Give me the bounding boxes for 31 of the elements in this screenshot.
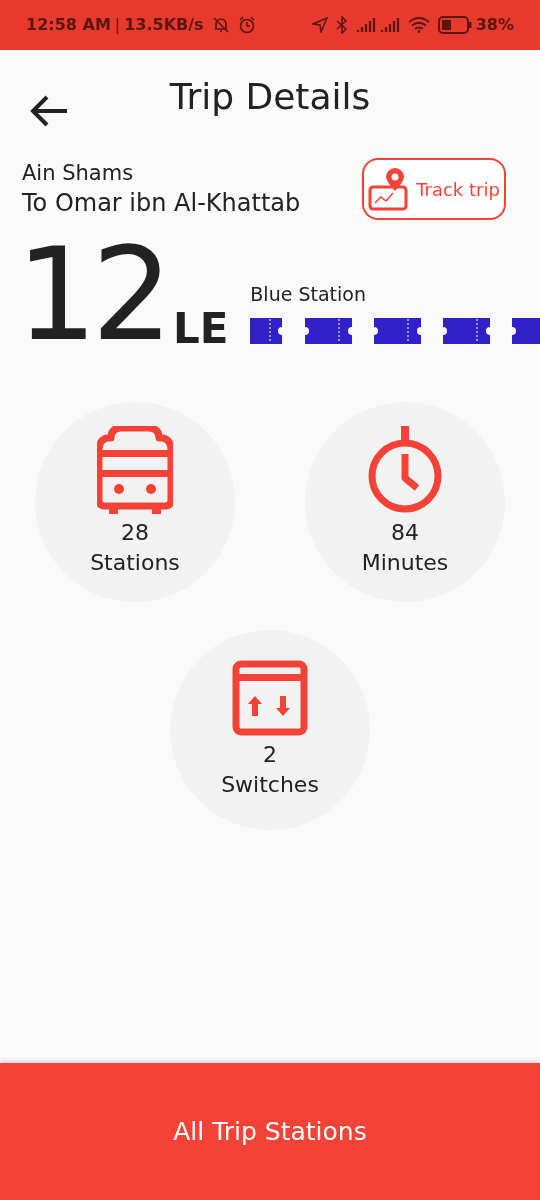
- network-speed: 13.5KB/s: [124, 14, 204, 36]
- location-icon: [311, 17, 328, 33]
- stat-label: Switches: [221, 771, 319, 799]
- all-trip-stations-button[interactable]: All Trip Stations: [0, 1063, 540, 1200]
- page-title: Trip Details: [169, 75, 371, 119]
- origin-station: Ain Shams: [22, 160, 135, 187]
- status-time: 12:58 AM: [26, 14, 111, 36]
- timer-icon: [367, 426, 443, 514]
- signal-icon: [379, 17, 400, 33]
- battery-icon: [437, 16, 472, 34]
- fare-currency: LE: [172, 308, 229, 350]
- stat-value: 84: [391, 519, 419, 547]
- wifi-icon: [407, 17, 430, 33]
- back-arrow-icon: [29, 94, 69, 128]
- track-trip-button[interactable]: Track trip: [362, 158, 506, 220]
- stat-label: Minutes: [361, 549, 449, 577]
- line-name: Blue Station: [250, 281, 367, 307]
- bluetooth-icon: [335, 16, 348, 34]
- signal-icon: [355, 17, 376, 33]
- battery-level: 38%: [475, 14, 514, 36]
- stat-value: 2: [263, 741, 277, 769]
- fare-amount: 12: [16, 236, 167, 354]
- status-divider: |: [114, 14, 121, 36]
- destination-station: To Omar ibn Al-Khattab: [22, 188, 301, 219]
- stat-value: 28: [121, 519, 149, 547]
- switch-icon: [232, 660, 308, 736]
- muted-bell-icon: [211, 16, 230, 34]
- bus-icon: [97, 426, 173, 514]
- map-pin-icon: [368, 167, 409, 211]
- stat-label: Stations: [90, 549, 180, 577]
- alarm-icon: [237, 16, 256, 34]
